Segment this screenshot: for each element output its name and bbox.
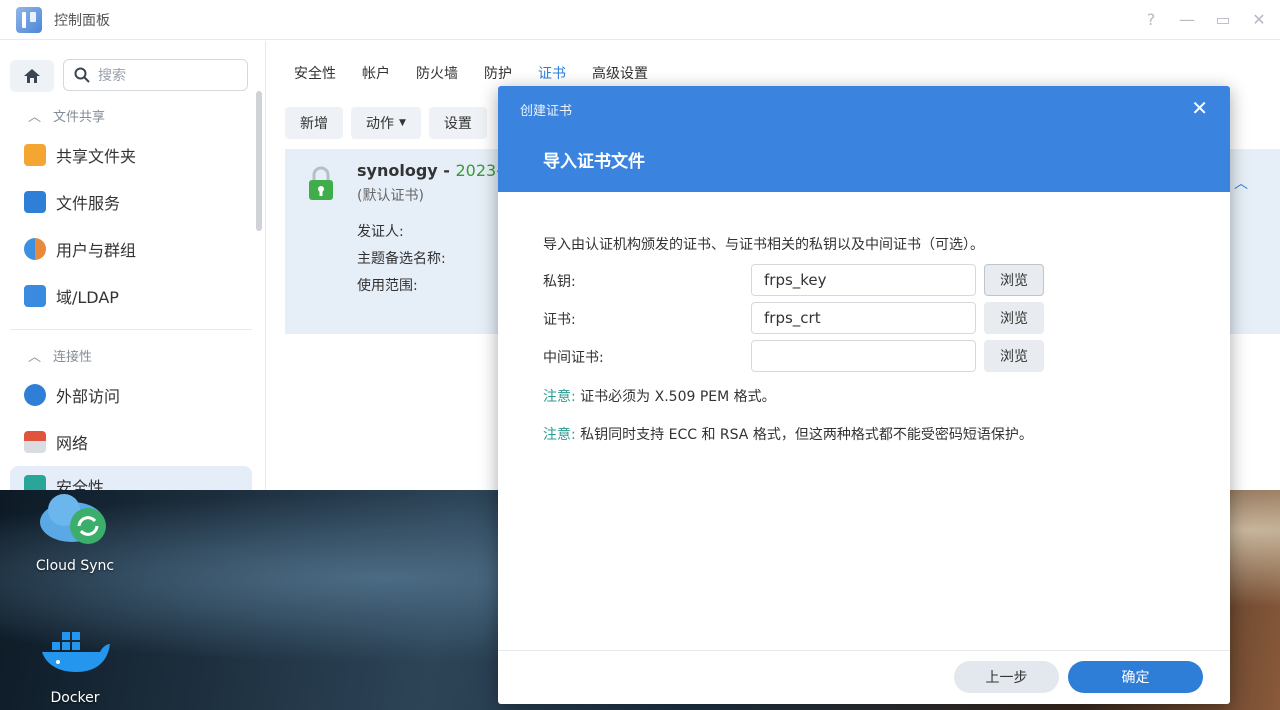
window-controls: ? — ▭ ✕ — [1140, 8, 1270, 30]
certificate-subtitle: (默认证书) — [357, 188, 424, 204]
home-button[interactable] — [10, 60, 54, 92]
users-icon — [24, 238, 46, 260]
home-icon — [24, 69, 40, 83]
close-icon[interactable]: ✕ — [1248, 8, 1270, 30]
sidebar-item-security[interactable]: 安全性 — [10, 466, 252, 490]
tab-account[interactable]: 帐户 — [362, 63, 390, 83]
control-panel-icon — [16, 6, 42, 33]
tab-advanced[interactable]: 高级设置 — [592, 63, 648, 83]
title-bar: 控制面板 ? — ▭ ✕ — [0, 0, 1280, 40]
help-icon[interactable]: ? — [1140, 8, 1162, 30]
tab-protection[interactable]: 防护 — [484, 63, 512, 83]
note-pem-format: 注意: 证书必须为 X.509 PEM 格式。 — [543, 389, 776, 405]
certificate-input[interactable]: frps_crt — [751, 302, 976, 334]
certificate-row: 证书: frps_crt 浏览 — [543, 302, 1193, 334]
search-input[interactable]: 搜索 — [63, 59, 248, 91]
caret-down-icon: ▼ — [399, 118, 406, 128]
intermediate-cert-row: 中间证书: 浏览 — [543, 340, 1193, 372]
dialog-small-title: 创建证书 — [520, 104, 573, 119]
network-icon — [24, 431, 46, 453]
chevron-up-icon: ︿ — [28, 110, 42, 125]
chevron-up-icon[interactable]: ︿ — [1234, 173, 1248, 193]
back-button[interactable]: 上一步 — [954, 661, 1059, 693]
sidebar-item-users-groups[interactable]: 用户与群组 — [10, 229, 252, 269]
tab-security[interactable]: 安全性 — [294, 63, 336, 83]
private-key-input[interactable]: frps_key — [751, 264, 976, 296]
group-header-connectivity[interactable]: ︿ 连接性 — [28, 346, 92, 365]
close-icon[interactable]: ✕ — [1191, 96, 1208, 120]
certificate-label: 证书: — [543, 312, 576, 328]
docker-icon — [38, 624, 112, 684]
add-button[interactable]: 新增 — [285, 107, 343, 139]
window-title: 控制面板 — [54, 12, 110, 29]
cloud-sync-icon — [38, 492, 112, 552]
sidebar-item-shared-folder[interactable]: 共享文件夹 — [10, 135, 252, 175]
tab-firewall[interactable]: 防火墙 — [416, 63, 458, 83]
folder-icon — [24, 144, 46, 166]
maximize-icon[interactable]: ▭ — [1212, 8, 1234, 30]
shield-icon — [24, 475, 46, 490]
subject-alt-name-label: 主题备选名称: — [357, 251, 446, 267]
dialog-title: 导入证书文件 — [543, 152, 645, 172]
sidebar: 搜索 ︿ 文件共享 共享文件夹 文件服务 用户与群组 域/LDAP ︿ 连接性 — [0, 41, 266, 490]
sidebar-item-network[interactable]: 网络 — [10, 422, 252, 462]
lock-icon — [309, 166, 333, 200]
sidebar-item-file-services[interactable]: 文件服务 — [10, 182, 252, 222]
private-key-label: 私钥: — [543, 274, 576, 290]
dialog-intro: 导入由认证机构颁发的证书、与证书相关的私钥以及中间证书（可选）。 — [543, 237, 984, 253]
desktop-icon-docker[interactable]: Docker — [10, 624, 140, 706]
search-icon — [74, 67, 90, 83]
group-header-file-sharing[interactable]: ︿ 文件共享 — [28, 106, 105, 125]
browse-certificate-button[interactable]: 浏览 — [984, 302, 1044, 334]
browse-intermediate-cert-button[interactable]: 浏览 — [984, 340, 1044, 372]
note-key-format: 注意: 私钥同时支持 ECC 和 RSA 格式，但这两种格式都不能受密码短语保护… — [543, 427, 1033, 443]
usage-scope-label: 使用范围: — [357, 278, 418, 294]
desktop-icon-label: Cloud Sync — [35, 558, 115, 574]
settings-button[interactable]: 设置 — [428, 107, 487, 139]
browse-private-key-button[interactable]: 浏览 — [984, 264, 1044, 296]
chevron-up-icon: ︿ — [28, 350, 42, 365]
domain-icon — [24, 285, 46, 307]
confirm-button[interactable]: 确定 — [1068, 661, 1203, 693]
sidebar-divider — [10, 329, 252, 330]
create-certificate-dialog: 创建证书 导入证书文件 ✕ 导入由认证机构颁发的证书、与证书相关的私钥以及中间证… — [498, 86, 1230, 704]
file-services-icon — [24, 191, 46, 213]
dialog-header: 创建证书 导入证书文件 ✕ — [498, 86, 1230, 192]
certificate-name: synology - 2023-0 — [357, 161, 513, 180]
tab-bar: 安全性 帐户 防火墙 防护 证书 高级设置 — [294, 63, 648, 83]
external-access-icon — [24, 384, 46, 406]
sidebar-scrollbar[interactable] — [256, 91, 262, 231]
search-placeholder: 搜索 — [98, 68, 126, 84]
sidebar-item-domain-ldap[interactable]: 域/LDAP — [10, 276, 252, 316]
private-key-row: 私钥: frps_key 浏览 — [543, 264, 1193, 296]
minimize-icon[interactable]: — — [1176, 8, 1198, 30]
tab-certificate[interactable]: 证书 — [538, 63, 566, 83]
desktop-icon-label: Docker — [50, 690, 100, 706]
sidebar-item-external-access[interactable]: 外部访问 — [10, 375, 252, 415]
dialog-footer: 上一步 确定 — [498, 650, 1230, 704]
intermediate-cert-input[interactable] — [751, 340, 976, 372]
intermediate-cert-label: 中间证书: — [543, 350, 604, 366]
desktop-icon-cloud-sync[interactable]: Cloud Sync — [10, 492, 140, 574]
issuer-label: 发证人: — [357, 224, 404, 240]
toolbar: 新增 动作 ▼ 设置 — [285, 107, 487, 139]
action-button[interactable]: 动作 ▼ — [351, 107, 421, 139]
